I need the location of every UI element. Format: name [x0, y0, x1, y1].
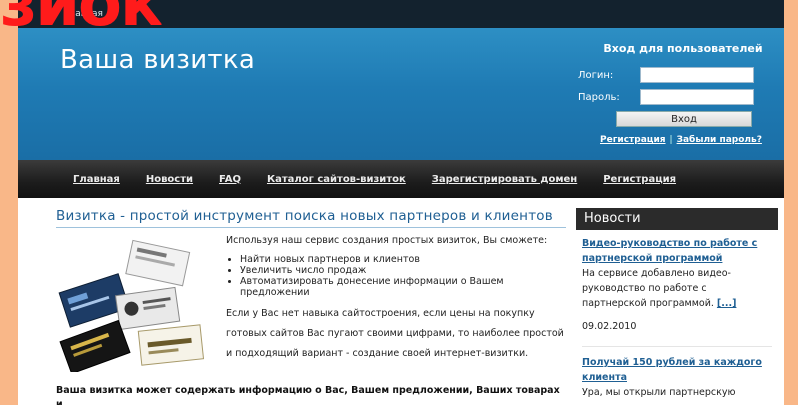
- nav-item-register-domain[interactable]: Зарегистрировать домен: [432, 174, 577, 185]
- news-item: Видео-руководство по работе с партнерско…: [582, 236, 772, 334]
- business-cards-image: [58, 239, 205, 372]
- article-title: Визитка - простой инструмент поиска новы…: [56, 208, 566, 228]
- news-item: Получай 150 рублей за каждого клиента Ур…: [582, 346, 772, 400]
- list-item: Увеличить число продаж: [240, 265, 566, 276]
- browser-page: Главная Ваша визитка Вход для пользовате…: [18, 0, 784, 405]
- link-separator: |: [669, 135, 673, 145]
- login-input[interactable]: [640, 67, 754, 83]
- news-header: Новости: [576, 208, 778, 230]
- article-text: Используя наш сервис создания простых ви…: [226, 234, 566, 364]
- password-row: Пароль:: [578, 89, 774, 105]
- nav-item-home[interactable]: Главная: [73, 174, 120, 185]
- login-title: Вход для пользователей: [603, 42, 763, 55]
- forgot-password-link[interactable]: Забыли пароль?: [677, 135, 762, 145]
- article-intro: Используя наш сервис создания простых ви…: [226, 235, 548, 246]
- nav-item-registration[interactable]: Регистрация: [603, 174, 676, 185]
- login-form: Вход для пользователей Логин: Пароль: Вх…: [578, 42, 774, 145]
- overlay-title-fragment: зиок: [0, 0, 162, 41]
- news-headline-link[interactable]: Получай 150 рублей за каждого клиента: [582, 357, 762, 383]
- news-list: Видео-руководство по работе с партнерско…: [576, 230, 778, 400]
- main-area: Визитка - простой инструмент поиска новы…: [18, 198, 784, 405]
- nav-item-faq[interactable]: FAQ: [219, 174, 241, 185]
- benefit-list: Найти новых партнеров и клиентов Увеличи…: [226, 254, 566, 298]
- nav-item-news[interactable]: Новости: [146, 174, 193, 185]
- list-item: Автоматизировать донесение информации о …: [240, 276, 566, 298]
- article-paragraph: Если у Вас нет навыка сайтостроения, есл…: [226, 308, 564, 359]
- site-header: Ваша визитка Вход для пользователей Логи…: [18, 28, 784, 160]
- news-body: На сервисе добавлено видео-руководство п…: [582, 268, 731, 309]
- news-date: 09.02.2010: [582, 321, 637, 332]
- main-nav: Главная Новости FAQ Каталог сайтов-визит…: [18, 160, 784, 198]
- news-headline-link[interactable]: Видео-руководство по работе с партнерско…: [582, 238, 757, 264]
- site-title: Ваша визитка: [60, 45, 256, 75]
- read-more-link[interactable]: [...]: [717, 298, 737, 309]
- article-bold-line: Ваша визитка может содержать информацию …: [56, 385, 560, 405]
- password-label: Пароль:: [578, 91, 620, 103]
- register-link[interactable]: Регистрация: [600, 135, 666, 145]
- password-input[interactable]: [640, 89, 754, 105]
- login-links: Регистрация | Забыли пароль?: [600, 135, 774, 145]
- news-body: Ура, мы открыли партнерскую: [582, 387, 736, 398]
- list-item: Найти новых партнеров и клиентов: [240, 254, 566, 265]
- news-sidebar: Новости Видео-руководство по работе с па…: [576, 208, 778, 400]
- login-row: Логин:: [578, 67, 774, 83]
- login-label: Логин:: [578, 69, 614, 81]
- nav-item-catalog[interactable]: Каталог сайтов-визиток: [267, 174, 406, 185]
- login-button[interactable]: Вход: [616, 111, 752, 127]
- article: Визитка - простой инструмент поиска новы…: [56, 208, 566, 405]
